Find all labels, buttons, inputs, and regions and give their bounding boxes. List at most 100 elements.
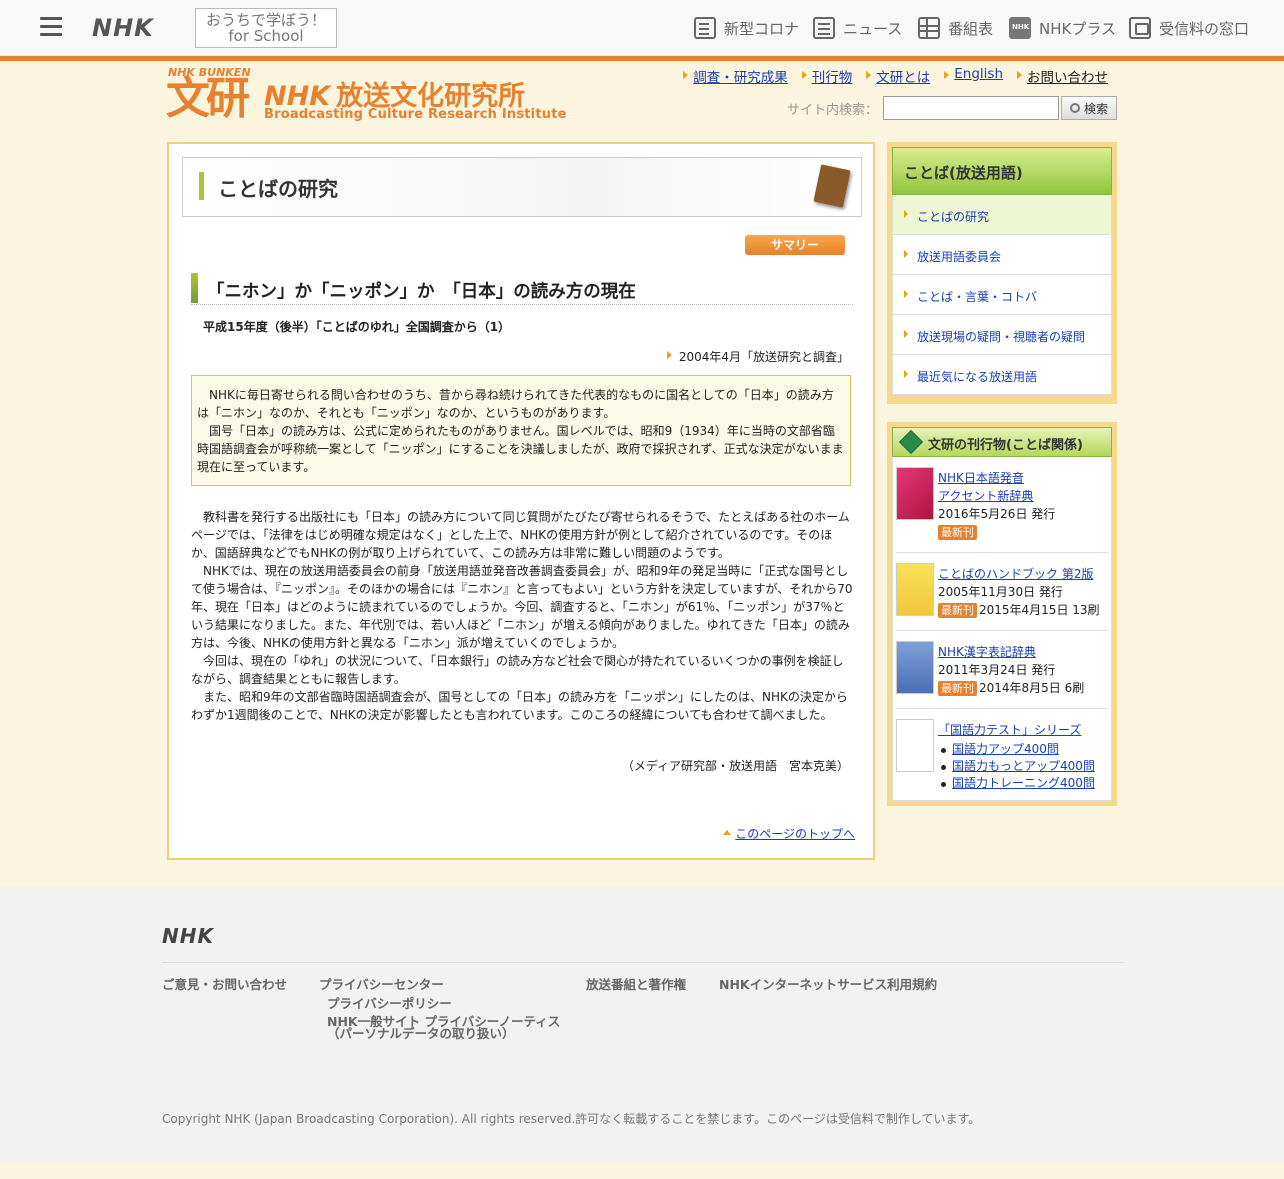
footer-privacy-policy-link[interactable]: プライバシーポリシー [327, 993, 452, 1012]
for-school-label-en: for School [228, 27, 304, 45]
footer-nhk-logo[interactable]: NHK [162, 924, 214, 948]
link-contact[interactable]: お問い合わせ [1017, 66, 1108, 86]
nav-news[interactable]: ニュース [813, 16, 902, 40]
footer-copyright-link[interactable]: 放送番組と著作権 [586, 974, 686, 993]
sidebar-item-label: ことばの研究 [917, 210, 990, 224]
publication-item: NHK日本語発音 アクセント新辞典 2016年5月26日 発行 最新刊 [896, 463, 1108, 553]
nav-nhk-plus[interactable]: NHKプラス [1009, 16, 1116, 40]
nav-news-label: ニュース [843, 19, 903, 38]
sidebar-item-committee[interactable]: 放送用語委員会 [892, 235, 1112, 275]
kanji-dictionary-cover[interactable] [896, 641, 934, 694]
summary-paragraph: NHKに毎日寄せられる問い合わせのうち、昔から尋ね続けられてきた代表的なものに国… [197, 388, 834, 420]
publication-title[interactable]: NHK漢字表記辞典 [938, 645, 1036, 659]
header-accent-line [0, 56, 1284, 61]
publication-item: 「国語力テスト」シリーズ 国語力アップ400問 国語力もっとアップ400問 国語… [896, 709, 1108, 797]
sidebar-item-label: 放送現場の疑問・視聴者の疑問 [917, 330, 1086, 344]
nhk-logo[interactable]: NHK [92, 14, 154, 42]
series-item: 国語力トレーニング400問 [938, 775, 1110, 792]
book-gem-icon [898, 429, 924, 455]
series-item: 国語力もっとアップ400問 [938, 758, 1110, 775]
publication-info: 2004年4月「放送研究と調査」 [666, 348, 849, 365]
footer-terms-link[interactable]: NHKインターネットサービス利用規約 [719, 974, 937, 993]
search-button[interactable]: 検索 [1061, 96, 1117, 120]
link-about[interactable]: 文研とは [866, 66, 930, 86]
sidebar-item-label: ことば・言葉・コトバ [917, 290, 1038, 304]
publication-reprint: 2014年8月5日 6刷 [979, 681, 1085, 695]
bunken-logo[interactable]: NHK BUNKEN 文研 NHK 放送文化研究所 Broadcasting Cu… [166, 66, 566, 126]
publications-heading: 文研の刊行物(ことば関係) [892, 427, 1112, 457]
header-links: 調査・研究成果 刊行物 文研とは English お問い合わせ [669, 66, 1108, 86]
corona-info-icon [694, 17, 716, 39]
book-icon [813, 164, 851, 208]
bunken-mark: NHK BUNKEN 文研 [166, 66, 256, 124]
kokugo-test-cover[interactable] [896, 719, 934, 772]
institute-english-name: Broadcasting Culture Research Institute [264, 107, 567, 122]
program-guide-icon [918, 17, 940, 39]
nhk-plus-icon [1009, 17, 1031, 39]
author: （メディア研究部・放送用語 宮本克美） [621, 759, 849, 773]
publication-info: NHK漢字表記辞典 2011年3月24日 発行 最新刊 2014年8月5日 6刷 [938, 643, 1110, 697]
publication-list: NHK日本語発音 アクセント新辞典 2016年5月26日 発行 最新刊 ことばの… [892, 457, 1112, 801]
link-english[interactable]: English [944, 66, 1003, 86]
for-school-label-jp: おうちで学ぼう！ [205, 11, 326, 29]
nav-program-guide[interactable]: 番組表 [918, 16, 993, 40]
nav-corona-label: 新型コロナ [724, 19, 800, 38]
menu-icon[interactable] [40, 17, 62, 37]
publication-item: NHK漢字表記辞典 2011年3月24日 発行 最新刊 2014年8月5日 6刷 [896, 631, 1108, 709]
sidebar-item-kotoba-research[interactable]: ことばの研究 [892, 195, 1112, 235]
series-item: 国語力アップ400問 [938, 741, 1110, 758]
publication-title[interactable]: アクセント新辞典 [938, 489, 1033, 503]
sidebar-item-kotoba[interactable]: ことば・言葉・コトバ [892, 275, 1112, 315]
bunken-kanji: 文研 [166, 73, 250, 124]
new-release-badge: 最新刊 [938, 525, 977, 540]
footer-contact-link[interactable]: ご意見・お問い合わせ [162, 974, 287, 993]
publication-date: 2016年5月26日 発行 [938, 507, 1056, 521]
series-link[interactable]: 国語力トレーニング400問 [952, 776, 1095, 790]
publication-title[interactable]: 「国語力テスト」シリーズ [938, 723, 1081, 737]
publication-date: 2011年3月24日 発行 [938, 663, 1056, 677]
global-header: NHK おうちで学ぼう！ for School 新型コロナ ニュース 番組表 N… [0, 0, 1284, 56]
series-link[interactable]: 国語力アップ400問 [952, 742, 1059, 756]
publications-title: 文研の刊行物(ことば関係) [928, 438, 1083, 453]
nav-corona[interactable]: 新型コロナ [694, 16, 799, 40]
footer-divider [162, 962, 1124, 963]
sidebar-item-recent-terms[interactable]: 最近気になる放送用語 [892, 355, 1112, 395]
publication-title[interactable]: ことばのハンドブック 第2版 [938, 567, 1093, 581]
sidebar-nav: ことば(放送用語) ことばの研究 放送用語委員会 ことば・言葉・コトバ 放送現場… [887, 142, 1117, 404]
publication-info: 「国語力テスト」シリーズ 国語力アップ400問 国語力もっとアップ400問 国語… [938, 721, 1110, 792]
heading-bar [199, 172, 204, 200]
page-heading: ことばの研究 [182, 157, 862, 217]
for-school-button[interactable]: おうちで学ぼう！ for School [195, 8, 337, 48]
fee-icon [1129, 17, 1151, 39]
footer-privacy-center-link[interactable]: プライバシーセンター [319, 974, 444, 993]
publication-item: ことばのハンドブック 第2版 2005年11月30日 発行 最新刊 2015年4月… [896, 553, 1108, 631]
new-release-badge: 最新刊 [938, 681, 977, 696]
summary-box: NHKに毎日寄せられる問い合わせのうち、昔から尋ね続けられてきた代表的なものに国… [191, 375, 851, 486]
publication-info: ことばのハンドブック 第2版 2005年11月30日 発行 最新刊 2015年4月… [938, 565, 1110, 619]
publication-info: NHK日本語発音 アクセント新辞典 2016年5月26日 発行 最新刊 [938, 469, 1110, 541]
link-research[interactable]: 調査・研究成果 [683, 66, 788, 86]
footer-privacy-notice-sub[interactable]: （パーソナルデータの取り扱い） [327, 1023, 515, 1042]
handbook-cover[interactable] [896, 563, 934, 616]
publication-date: 2005年11月30日 発行 [938, 585, 1063, 599]
search-label: サイト内検索： [787, 103, 879, 118]
search-input[interactable] [883, 96, 1059, 120]
new-release-badge: 最新刊 [938, 603, 977, 618]
article-title: 「ニホン」か「ニッポン」か 「日本」の読み方の現在 [191, 273, 853, 305]
nav-fee[interactable]: 受信料の窓口 [1129, 16, 1249, 40]
body-paragraph: NHKでは、現在の放送用語委員会の前身「放送用語並発音改善調査委員会」が、昭和9… [191, 564, 853, 650]
footer: NHK ご意見・お問い合わせ プライバシーセンター プライバシーポリシー NHK… [0, 886, 1284, 1164]
article-body: 教科書を発行する出版社にも「日本」の読み方について同じ質問がたびたび寄せられるそ… [191, 508, 853, 724]
link-publications[interactable]: 刊行物 [801, 66, 852, 86]
series-link[interactable]: 国語力もっとアップ400問 [952, 759, 1095, 773]
summary-badge: サマリー [745, 235, 845, 255]
search-button-label: 検索 [1083, 101, 1108, 116]
sidebar-publications: 文研の刊行物(ことば関係) NHK日本語発音 アクセント新辞典 2016年5月2… [887, 422, 1117, 806]
sidebar-item-questions[interactable]: 放送現場の疑問・視聴者の疑問 [892, 315, 1112, 355]
accent-dictionary-cover[interactable] [896, 467, 934, 520]
publication-title[interactable]: NHK日本語発音 [938, 471, 1024, 485]
article-subtitle: 平成15年度（後半）「ことばのゆれ」全国調査から（1） [203, 320, 511, 334]
body-paragraph: 今回は、現在の「ゆれ」の状況について、「日本銀行」の読み方など社会で関心が持たれ… [191, 654, 844, 686]
copyright-text: Copyright NHK (Japan Broadcasting Corpor… [162, 1112, 981, 1126]
page-top-link[interactable]: このページのトップへ [723, 825, 855, 842]
